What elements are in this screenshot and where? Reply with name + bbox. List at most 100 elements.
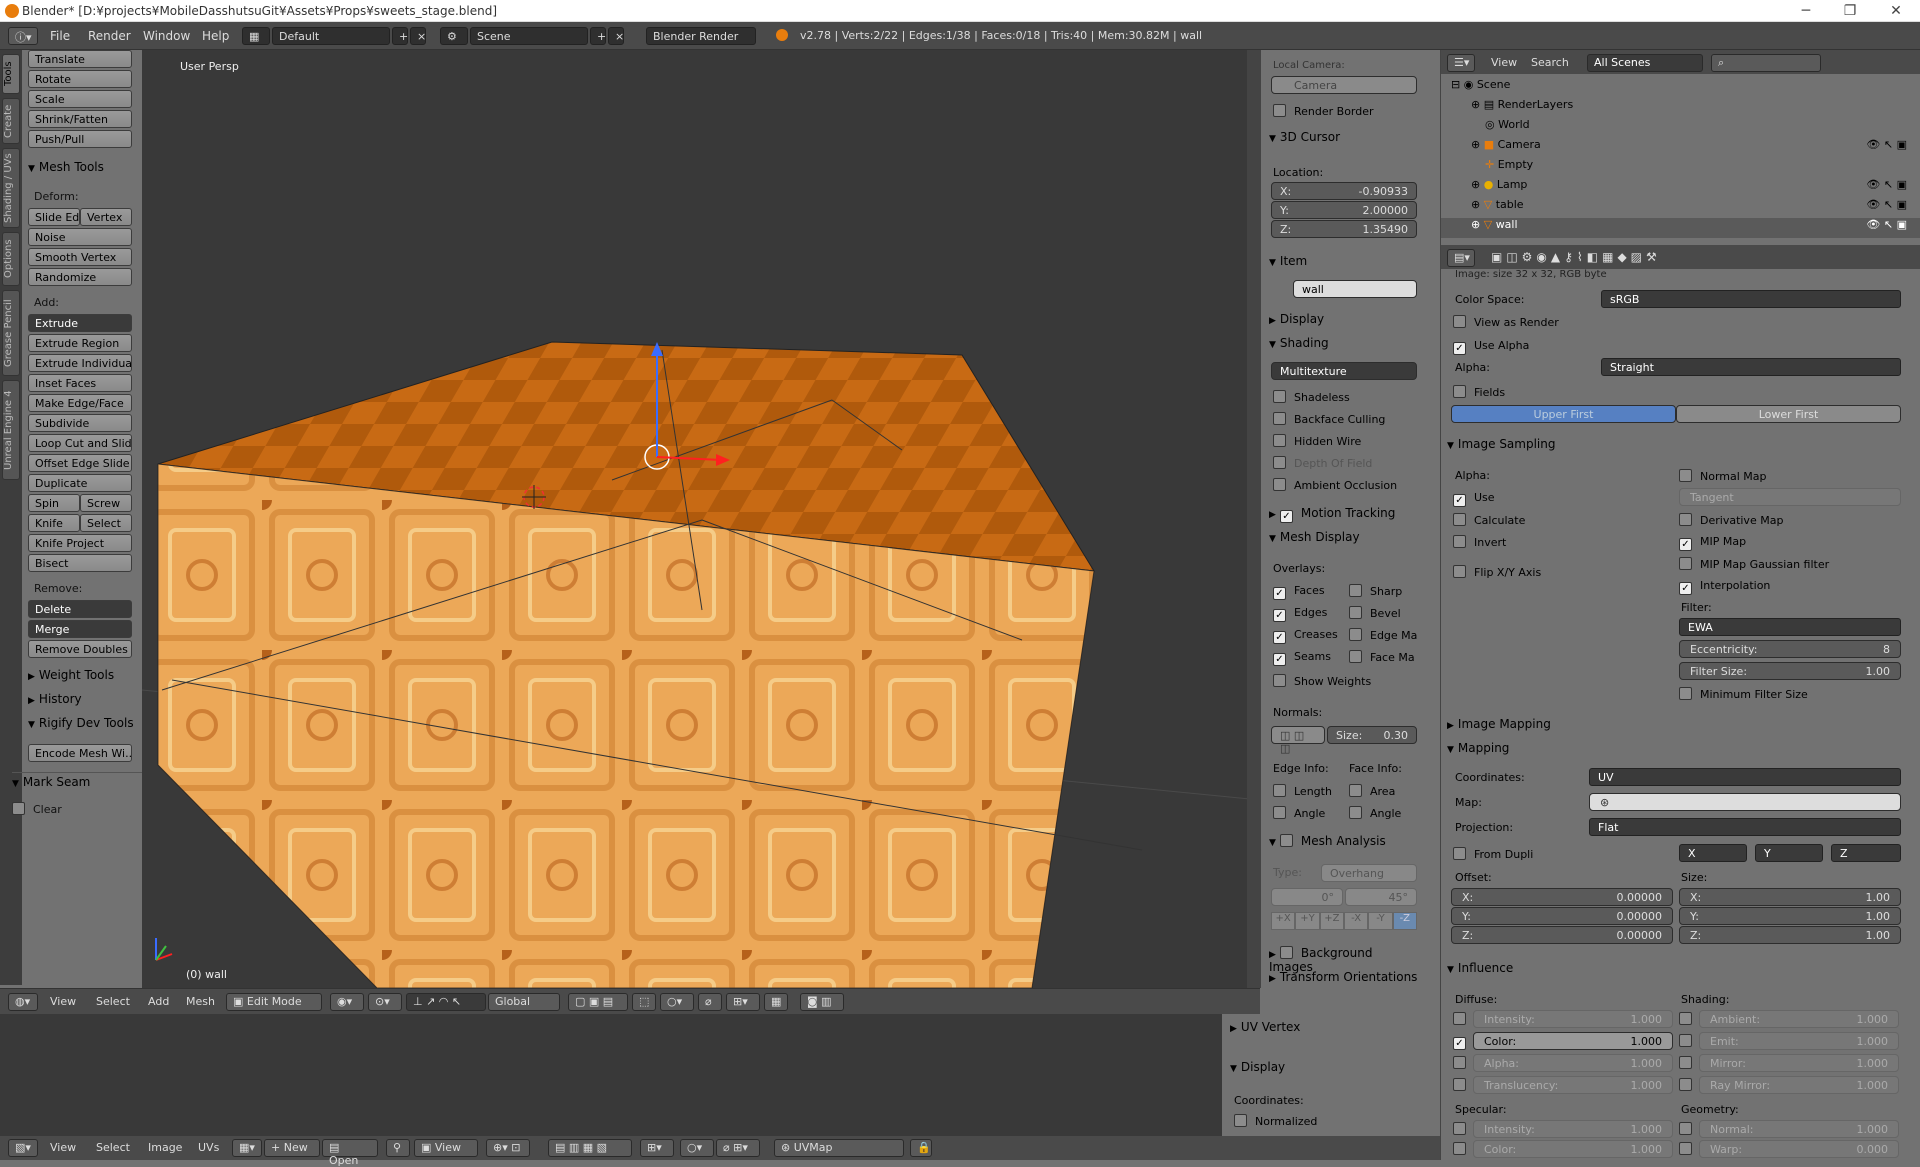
ambient-row[interactable]: Ambient: 1.000 (1679, 1010, 1901, 1028)
filter-select[interactable]: EWA (1679, 618, 1901, 636)
layout-select[interactable]: Default (272, 27, 390, 45)
item-header[interactable]: ▼ Item (1269, 254, 1307, 268)
make-edge-face-button[interactable]: Make Edge/Face (28, 394, 132, 412)
properties-context-tabs[interactable]: ▣◫⚙◉▲⚷⌇◧▦◆▨⚒ (1491, 250, 1661, 264)
outliner-item-renderlayers[interactable]: ⊕ ▤ RenderLayers (1441, 98, 1920, 118)
axis-py-button[interactable]: +Y (1295, 912, 1320, 930)
uvmap-select[interactable]: ⊛ UVMap (774, 1139, 904, 1157)
view-menu[interactable]: View (50, 995, 76, 1008)
normals-size-field[interactable]: Size: 0.30 (1327, 726, 1417, 744)
proportional-edit-icon[interactable]: ○▾ (660, 993, 694, 1011)
snap-element-icon[interactable]: ⊞▾ (726, 993, 760, 1011)
knife-select-button[interactable]: Select (80, 514, 132, 532)
flip-axis-checkbox[interactable]: Flip X/Y Axis (1453, 565, 1541, 579)
uv-select-menu[interactable]: Select (96, 1141, 130, 1154)
menu-file[interactable]: File (50, 29, 70, 43)
tab-options[interactable]: Options (2, 232, 20, 286)
render-border-checkbox[interactable]: Render Border (1273, 104, 1374, 118)
motion-tracking-header[interactable]: ▶ ✓ Motion Tracking (1269, 506, 1395, 523)
open-image-button[interactable]: ▤ Open (322, 1139, 378, 1167)
limit-selection-icon[interactable]: ⬚ (632, 993, 656, 1011)
analysis-type-select[interactable]: Overhang (1321, 864, 1417, 882)
calculate-checkbox[interactable]: Calculate (1453, 513, 1525, 527)
axis-nz-button[interactable]: -Z (1392, 912, 1417, 930)
select-menu[interactable]: Select (96, 995, 130, 1008)
lower-first-button[interactable]: Lower First (1676, 405, 1901, 423)
translucency-row[interactable]: Translucency: 1.000 (1453, 1076, 1675, 1094)
loop-cut-button[interactable]: Loop Cut and Slide (28, 434, 132, 452)
upper-first-button[interactable]: Upper First (1451, 405, 1676, 423)
add-menu[interactable]: Add (148, 995, 169, 1008)
fields-checkbox[interactable]: Fields (1453, 385, 1505, 399)
uv-uvs-menu[interactable]: UVs (198, 1141, 219, 1154)
cursor-z-field[interactable]: Z: 1.35490 (1271, 220, 1417, 238)
hidden-wire-checkbox[interactable]: Hidden Wire (1273, 434, 1361, 448)
duplicate-button[interactable]: Duplicate (28, 474, 132, 492)
length-checkbox[interactable]: Length (1273, 784, 1332, 798)
diffuse-color-row[interactable]: ✓ Color: 1.000 (1453, 1032, 1675, 1050)
tab-grease-pencil[interactable]: Grease Pencil (2, 290, 20, 376)
layout-icon[interactable]: ▦ (242, 27, 270, 45)
encode-mesh-button[interactable]: Encode Mesh Wi... (28, 744, 132, 762)
depth-of-field-checkbox[interactable]: Depth Of Field (1273, 456, 1372, 470)
ray-mirror-row[interactable]: Ray Mirror: 1.000 (1679, 1076, 1901, 1094)
push-pull-button[interactable]: Push/Pull (28, 130, 132, 148)
size-x-field[interactable]: X: 1.00 (1679, 888, 1901, 906)
axis-px-button[interactable]: +X (1271, 912, 1296, 930)
image-mapping-header[interactable]: ▶ Image Mapping (1447, 717, 1551, 731)
edges-checkbox[interactable]: ✓ Edges (1273, 606, 1327, 622)
sharp-checkbox[interactable]: Sharp (1349, 584, 1402, 598)
offset-z-field[interactable]: Z: 0.00000 (1451, 926, 1673, 944)
seams-checkbox[interactable]: ✓ Seams (1273, 650, 1331, 666)
rigify-header[interactable]: ▼ Rigify Dev Tools (28, 716, 134, 730)
extrude-region-button[interactable]: Extrude Region (28, 334, 132, 352)
uv-map-search-field[interactable]: ⊛ (1589, 793, 1901, 811)
size-y-field[interactable]: Y: 1.00 (1679, 907, 1901, 925)
menu-render[interactable]: Render (88, 29, 131, 43)
mirror-row[interactable]: Mirror: 1.000 (1679, 1054, 1901, 1072)
screw-button[interactable]: Screw (80, 494, 132, 512)
minimize-icon[interactable]: ─ (1786, 2, 1826, 20)
mesh-tools-header[interactable]: ▼ Mesh Tools (28, 160, 104, 174)
manipulator-buttons[interactable]: ⊥ ↗ ◠ ↖ (406, 993, 486, 1011)
shrink-fatten-button[interactable]: Shrink/Fatten (28, 110, 132, 128)
uv-vertex-header[interactable]: ▶ UV Vertex (1230, 1020, 1300, 1034)
editor-type-outliner-icon[interactable]: ☰▾ (1447, 54, 1475, 72)
uv-sticky-icon[interactable]: ⊞▾ (640, 1139, 674, 1157)
pin-icon[interactable]: ⚲ (386, 1139, 410, 1157)
merge-dropdown[interactable]: Merge (28, 620, 132, 638)
opengl-render-icons[interactable]: ◙ ▥ (800, 993, 844, 1011)
randomize-button[interactable]: Randomize (28, 268, 132, 286)
backface-culling-checkbox[interactable]: Backface Culling (1273, 412, 1385, 426)
use-checkbox[interactable]: ✓ Use (1453, 491, 1495, 507)
outliner-item-lamp[interactable]: ⊕ ● Lamp 👁 ↖ ▣ (1441, 178, 1920, 198)
projection-select[interactable]: Flat (1589, 818, 1901, 836)
extrude-individual-button[interactable]: Extrude Individual (28, 354, 132, 372)
mesh-display-header[interactable]: ▼ Mesh Display (1269, 530, 1360, 544)
outliner-item-empty[interactable]: ✛ Empty (1441, 158, 1920, 178)
alpha-mode-select[interactable]: Straight (1601, 358, 1901, 376)
display-header[interactable]: ▶ Display (1269, 312, 1324, 326)
outliner-item-wall[interactable]: ⊕ ▽ wall 👁 ↖ ▣ (1441, 218, 1920, 238)
mesh-analysis-header[interactable]: ▼ Mesh Analysis (1269, 834, 1386, 848)
viewport-shading-icon[interactable]: ◉▾ (330, 993, 364, 1011)
outliner-item-world[interactable]: ◎ World (1441, 118, 1920, 138)
editor-type-properties-icon[interactable]: ▤▾ (1447, 249, 1475, 267)
normalized-checkbox[interactable]: Normalized (1234, 1114, 1317, 1128)
warp-row[interactable]: Warp: 0.000 (1679, 1140, 1901, 1158)
select-mode-buttons[interactable]: ▢ ▣ ▤ (568, 993, 628, 1011)
local-camera-field[interactable]: Camera (1271, 76, 1417, 94)
from-dupli-checkbox[interactable]: From Dupli (1453, 847, 1533, 861)
slide-vertex-button[interactable]: Vertex (80, 208, 132, 226)
add-scene-icon[interactable]: + (590, 27, 606, 45)
smooth-vertex-button[interactable]: Smooth Vertex (28, 248, 132, 266)
mapping-x-select[interactable]: X (1679, 844, 1747, 862)
scale-button[interactable]: Scale (28, 90, 132, 108)
spin-button[interactable]: Spin (28, 494, 80, 512)
area-checkbox[interactable]: Area (1349, 784, 1395, 798)
add-layout-icon[interactable]: + (392, 27, 408, 45)
overhang-min-field[interactable]: 0° (1271, 888, 1343, 906)
outliner-item-table[interactable]: ⊕ ▽ table 👁 ↖ ▣ (1441, 198, 1920, 218)
mapping-y-select[interactable]: Y (1755, 844, 1823, 862)
inset-faces-button[interactable]: Inset Faces (28, 374, 132, 392)
